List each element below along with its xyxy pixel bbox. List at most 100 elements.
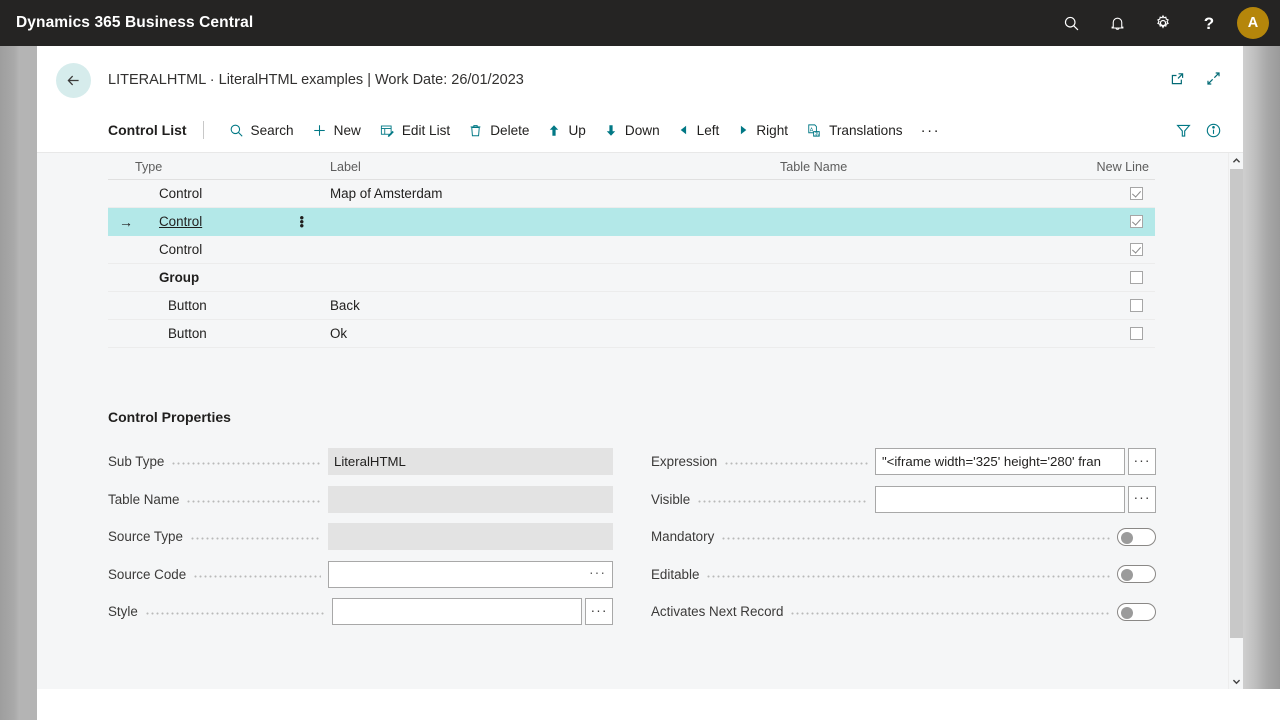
scrollbar-thumb[interactable] [1230,169,1243,638]
command-bar-divider [202,121,204,139]
label-dot-leader [193,567,321,581]
field-label: Style [108,604,138,620]
move-up-button[interactable]: Up [538,117,594,144]
row-type[interactable]: Control [135,214,202,229]
column-header-label[interactable]: Label [330,160,780,174]
page-title: LITERALHTML · LiteralHTML examples | Wor… [108,72,524,88]
new-button[interactable]: New [303,117,370,144]
move-down-button[interactable]: Down [595,117,669,144]
row-new-line-checkbox[interactable] [1130,327,1143,340]
edit-list-button[interactable]: Edit List [370,117,459,144]
label-dot-leader [706,567,1110,581]
column-header-table-name[interactable]: Table Name [780,160,1070,174]
style-assist-button[interactable]: ··· [585,598,613,626]
row-new-line-checkbox[interactable] [1130,243,1143,256]
table-row-selected[interactable]: → Control • • • [108,208,1155,236]
command-overflow-button[interactable]: ··· [912,122,950,139]
field-label: Activates Next Record [651,604,784,620]
avatar[interactable]: A [1237,7,1269,39]
delete-button[interactable]: Delete [459,117,538,144]
translations-button[interactable]: A あ Translations [797,117,912,144]
label-dot-leader [189,530,321,544]
translations-button-label: Translations [829,122,903,138]
toggle-knob [1121,531,1133,544]
field-label: Editable [651,566,700,582]
command-bar-right-actions [1173,120,1243,140]
control-properties-heading: Control Properties [108,409,231,425]
table-row[interactable]: Button Back [108,292,1155,320]
table-row[interactable]: Control Map of Amsterdam [108,180,1155,208]
expression-assist-button[interactable]: ··· [1128,448,1156,476]
label-dot-leader [697,492,868,506]
toggle-knob [1121,606,1133,619]
scroll-up-icon[interactable] [1229,153,1243,168]
bell-icon[interactable] [1094,0,1140,46]
label-dot-leader [144,605,325,619]
move-right-button[interactable]: Right [728,117,797,144]
row-new-line-checkbox[interactable] [1130,299,1143,312]
column-header-new-line[interactable]: New Line [1070,160,1155,174]
edit-list-button-label: Edit List [401,122,451,138]
vertical-scrollbar[interactable] [1228,153,1243,689]
field-table-name: Table Name [108,481,613,519]
label-dot-leader [724,455,868,469]
field-label: Mandatory [651,529,715,545]
row-options-kebab-icon[interactable]: • • • [299,211,330,232]
filter-icon[interactable] [1173,120,1193,140]
info-icon[interactable] [1203,120,1223,140]
properties-left-column: Sub Type LiteralHTML Table Name Source T… [108,443,613,631]
edit-list-icon [379,123,395,138]
field-activates-next-record: Activates Next Record [651,593,1156,631]
table-header-row: Type Label Table Name New Line [108,153,1155,180]
column-header-type[interactable]: Type [135,160,330,174]
row-indicator [108,292,135,319]
expression-value[interactable]: "<iframe width='325' height='280' fran [882,454,1101,469]
row-type: Control [159,186,203,201]
row-new-line-checkbox[interactable] [1130,215,1143,228]
open-in-new-window-icon[interactable] [1167,68,1187,88]
right-dim-overlay [1243,46,1280,689]
search-icon[interactable] [1048,0,1094,46]
app-root: Dynamics 365 Business Central ? A LITERA… [0,0,1280,720]
row-indicator [108,236,135,263]
delete-button-label: Delete [490,122,530,138]
svg-text:あ: あ [814,131,819,137]
gear-icon[interactable] [1140,0,1186,46]
page-header-actions [1167,68,1223,88]
row-indicator [108,320,135,347]
table-row[interactable]: Control [108,236,1155,264]
row-new-line-checkbox[interactable] [1130,271,1143,284]
triangle-left-icon [678,123,690,137]
visible-assist-button[interactable]: ··· [1128,485,1156,513]
collapse-icon[interactable] [1203,68,1223,88]
move-right-button-label: Right [756,122,789,138]
app-brand-title: Dynamics 365 Business Central [16,14,254,31]
row-indicator [108,180,135,207]
row-label: Ok [330,326,348,341]
label-dot-leader [721,530,1110,544]
move-left-button[interactable]: Left [669,117,729,144]
global-topbar: Dynamics 365 Business Central ? A [0,0,1280,46]
page-surface: LITERALHTML · LiteralHTML examples | Wor… [37,46,1243,689]
style-input[interactable] [332,598,582,626]
field-mandatory: Mandatory [651,518,1156,556]
field-style: Style ··· [108,593,613,631]
table-row[interactable]: Button Ok [108,320,1155,348]
assist-edit-icon[interactable]: ··· [589,565,606,580]
search-button[interactable]: Search [220,117,303,144]
command-bar: Control List Search New Edit List Delete… [37,108,1243,153]
help-icon[interactable]: ? [1186,0,1232,46]
mandatory-toggle[interactable] [1117,527,1156,546]
search-icon [229,123,244,138]
field-label: Source Code [108,566,187,582]
source-code-input[interactable]: ··· [328,560,613,588]
editable-toggle[interactable] [1117,565,1156,584]
label-dot-leader [186,492,321,506]
scroll-down-icon[interactable] [1229,674,1243,689]
activates-next-record-toggle[interactable] [1117,602,1156,621]
visible-input[interactable] [875,485,1125,513]
row-new-line-checkbox[interactable] [1130,187,1143,200]
table-row[interactable]: Group [108,264,1155,292]
back-button[interactable] [56,63,91,98]
arrow-down-icon [604,123,618,138]
